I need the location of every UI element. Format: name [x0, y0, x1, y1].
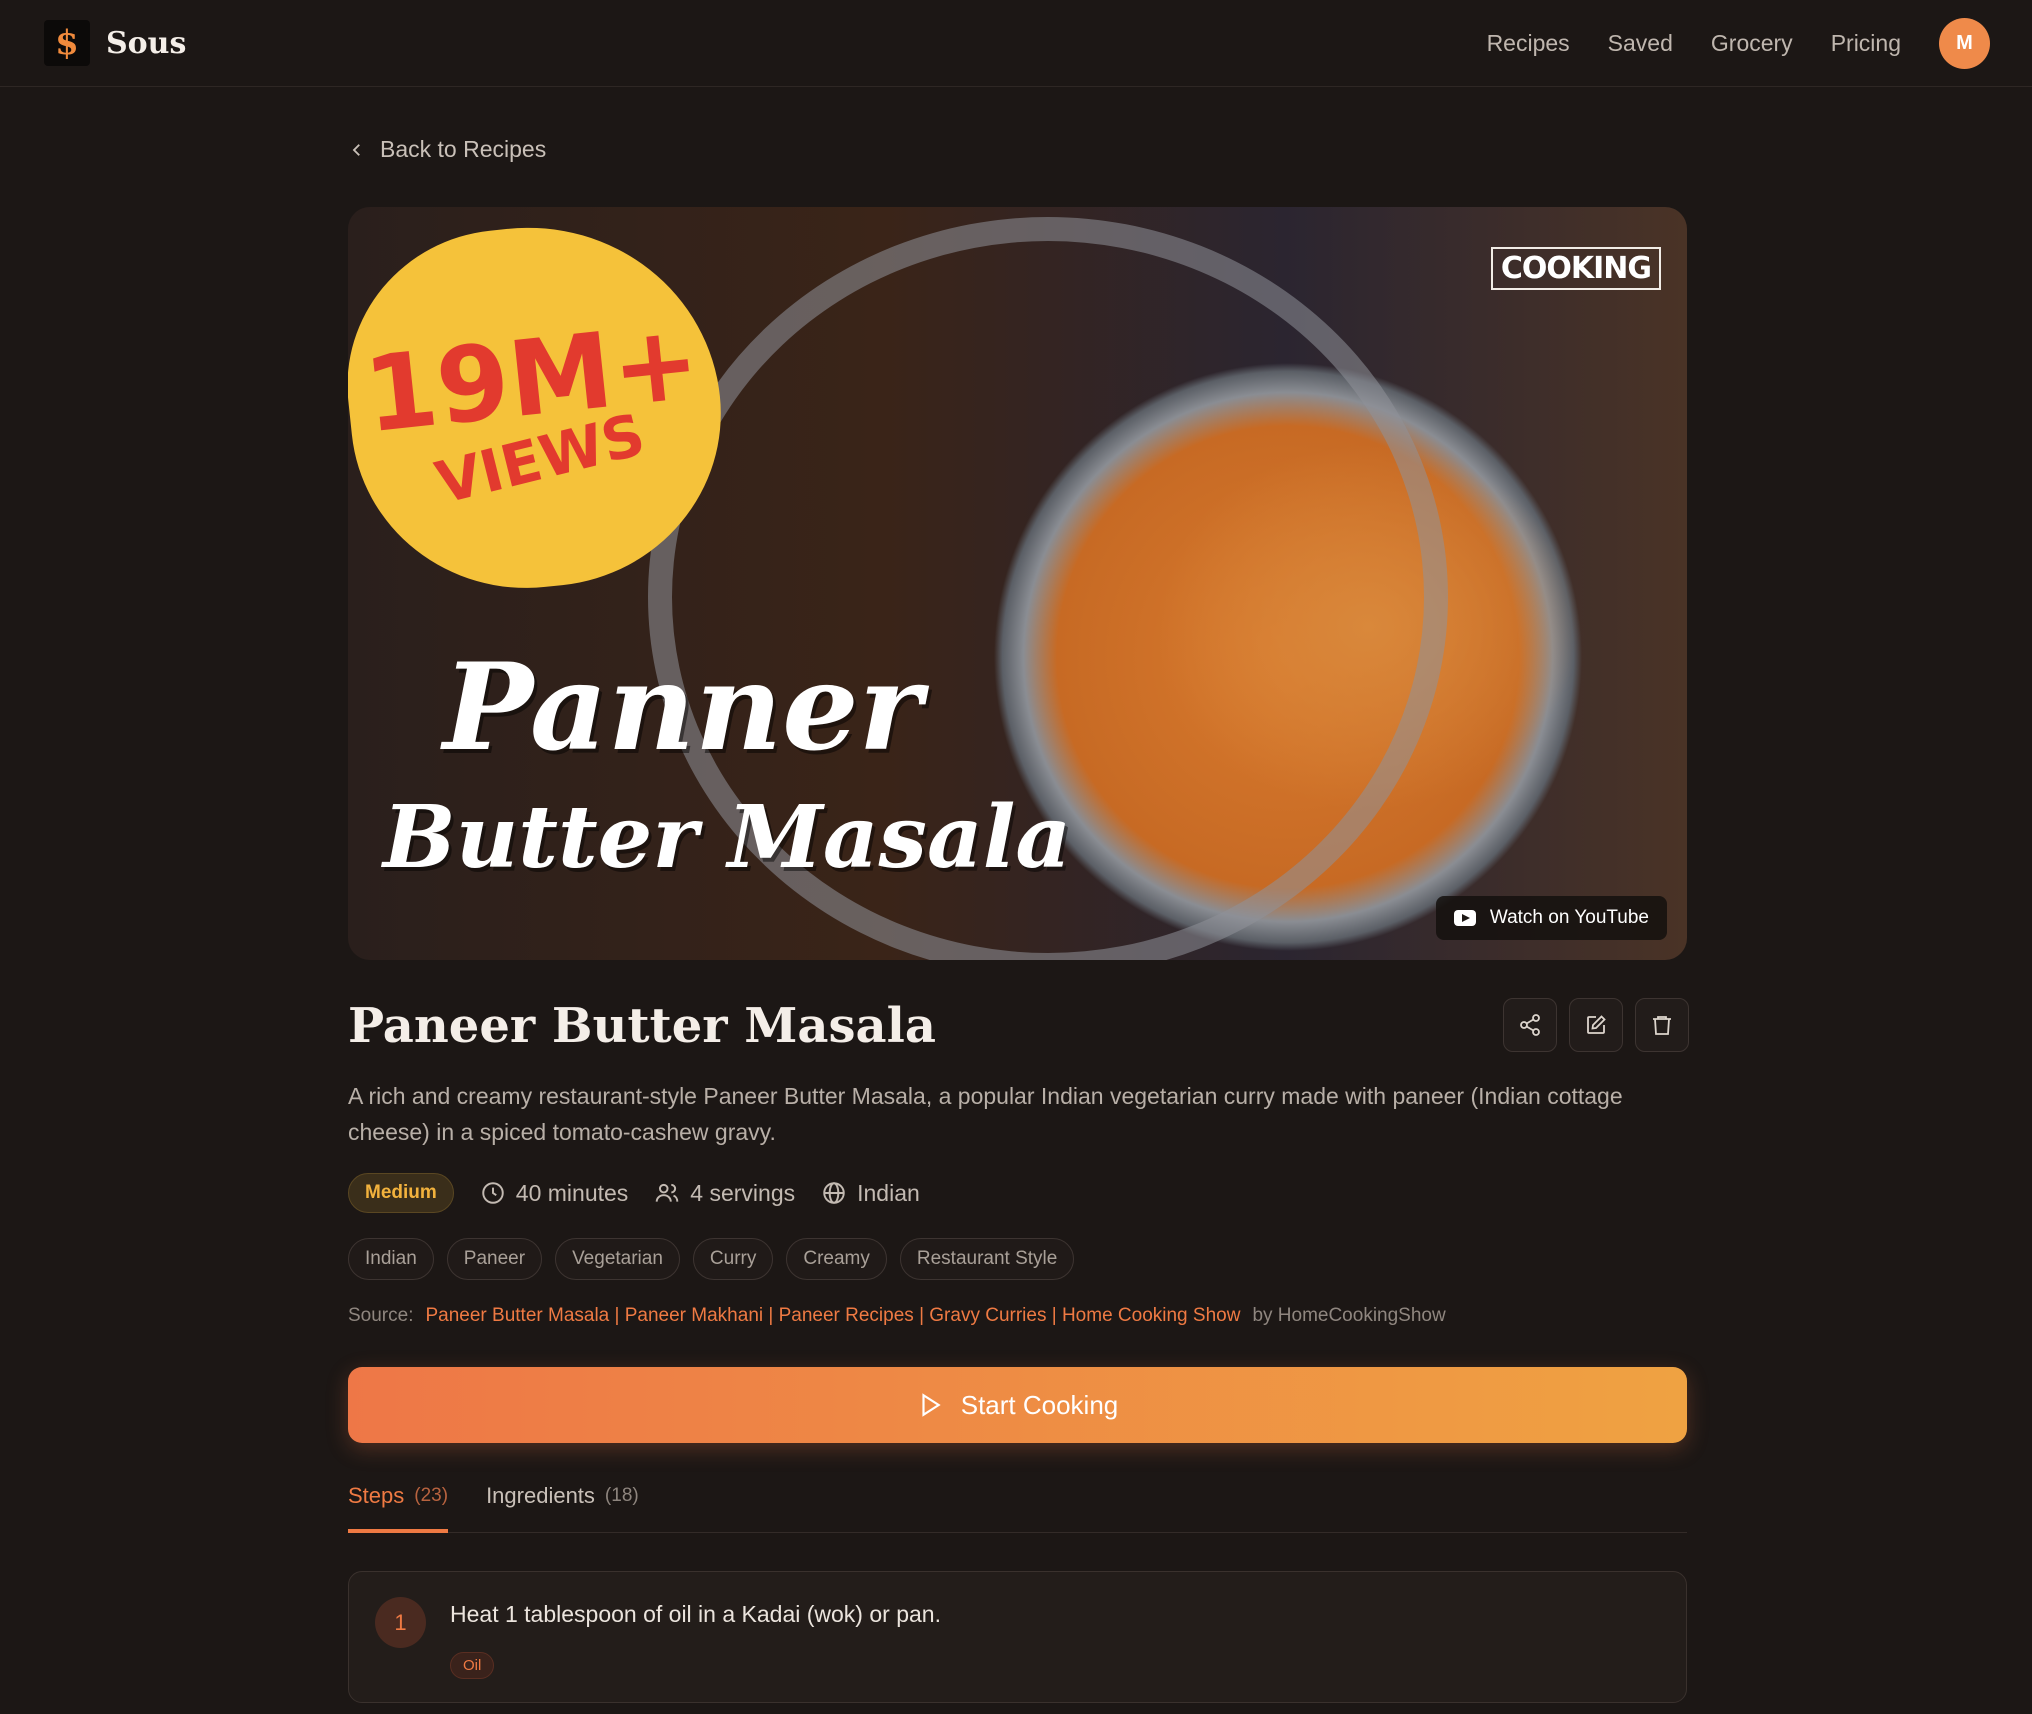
tag-chip[interactable]: Restaurant Style: [899, 1238, 1075, 1280]
difficulty-badge: Medium: [348, 1173, 454, 1213]
recipe-tabs: Steps (23) Ingredients (18): [348, 1483, 1687, 1533]
brand-logo-icon: $: [44, 20, 90, 66]
recipe-meta: Medium 40 minutes 4 servings Indian: [348, 1173, 920, 1213]
recipe-tags: Indian Paneer Vegetarian Curry Creamy Re…: [348, 1238, 1075, 1280]
source-author: by HomeCookingShow: [1252, 1305, 1446, 1326]
chevron-left-icon: [352, 143, 360, 156]
cuisine-value: Indian: [857, 1179, 920, 1206]
nav-pricing[interactable]: Pricing: [1831, 30, 1901, 57]
main-nav: Recipes Saved Grocery Pricing M: [1487, 17, 1990, 69]
thumbnail-title-line1: Panner: [443, 637, 922, 778]
tag-chip[interactable]: Paneer: [446, 1238, 543, 1280]
user-avatar[interactable]: M: [1939, 17, 1990, 69]
edit-icon: [1587, 1015, 1606, 1034]
cuisine: Indian: [821, 1180, 920, 1207]
channel-logo: COOKING: [1490, 247, 1661, 290]
recipe-description: A rich and creamy restaurant-style Panee…: [348, 1083, 1623, 1145]
nav-saved[interactable]: Saved: [1608, 30, 1673, 57]
share-icon: [1520, 1014, 1540, 1036]
tag-chip[interactable]: Vegetarian: [555, 1238, 680, 1280]
recipe-actions: [1503, 998, 1689, 1052]
cook-time: 40 minutes: [480, 1179, 629, 1207]
step-ingredient-tag[interactable]: Oil: [450, 1652, 495, 1679]
edit-button[interactable]: [1569, 998, 1623, 1052]
recipe-video-thumbnail[interactable]: 19M+ VIEWS Panner Butter Masala COOKING …: [348, 207, 1687, 960]
start-cooking-label: Start Cooking: [960, 1389, 1119, 1420]
cook-time-value: 40 minutes: [515, 1179, 629, 1206]
brand[interactable]: $ Sous: [44, 20, 186, 66]
tab-steps[interactable]: Steps (23): [348, 1483, 449, 1533]
step-text: Heat 1 tablespoon of oil in a Kadai (wok…: [450, 1601, 941, 1627]
tab-steps-count: (23): [414, 1485, 449, 1506]
globe-icon: [823, 1182, 845, 1204]
servings-value: 4 servings: [690, 1179, 796, 1206]
source-label: Source:: [348, 1305, 414, 1326]
recipe-source: Source: Paneer Butter Masala | Paneer Ma…: [348, 1305, 1446, 1327]
top-navbar: $ Sous Recipes Saved Grocery Pricing M: [0, 0, 2032, 87]
servings: 4 servings: [654, 1180, 795, 1207]
nav-recipes[interactable]: Recipes: [1487, 30, 1570, 57]
youtube-icon: [1453, 910, 1476, 926]
tag-chip[interactable]: Curry: [692, 1238, 774, 1280]
tag-chip[interactable]: Indian: [348, 1238, 434, 1280]
back-label: Back to Recipes: [380, 136, 547, 162]
play-icon: [922, 1393, 941, 1417]
brand-name: Sous: [106, 25, 187, 61]
tab-ingredients-label: Ingredients: [486, 1483, 595, 1508]
step-number: 1: [375, 1597, 426, 1648]
tab-ingredients-count: (18): [604, 1485, 639, 1506]
step-card[interactable]: 1 Heat 1 tablespoon of oil in a Kadai (w…: [348, 1571, 1687, 1703]
tab-ingredients[interactable]: Ingredients (18): [486, 1483, 639, 1533]
tab-steps-label: Steps: [348, 1483, 405, 1508]
watch-on-youtube-button[interactable]: Watch on YouTube: [1435, 896, 1667, 940]
share-button[interactable]: [1503, 998, 1557, 1052]
clock-icon: [482, 1182, 504, 1204]
users-icon: [656, 1183, 679, 1202]
trash-icon: [1653, 1016, 1671, 1035]
source-link[interactable]: Paneer Butter Masala | Paneer Makhani | …: [425, 1305, 1240, 1327]
delete-button[interactable]: [1635, 998, 1689, 1052]
watch-on-youtube-label: Watch on YouTube: [1489, 907, 1649, 928]
start-cooking-button[interactable]: Start Cooking: [348, 1367, 1687, 1443]
nav-grocery[interactable]: Grocery: [1711, 30, 1793, 57]
tag-chip[interactable]: Creamy: [786, 1238, 887, 1280]
thumbnail-title-line2: Butter Masala: [383, 787, 1072, 888]
back-to-recipes-link[interactable]: Back to Recipes: [348, 136, 546, 163]
recipe-title: Paneer Butter Masala: [348, 998, 936, 1054]
